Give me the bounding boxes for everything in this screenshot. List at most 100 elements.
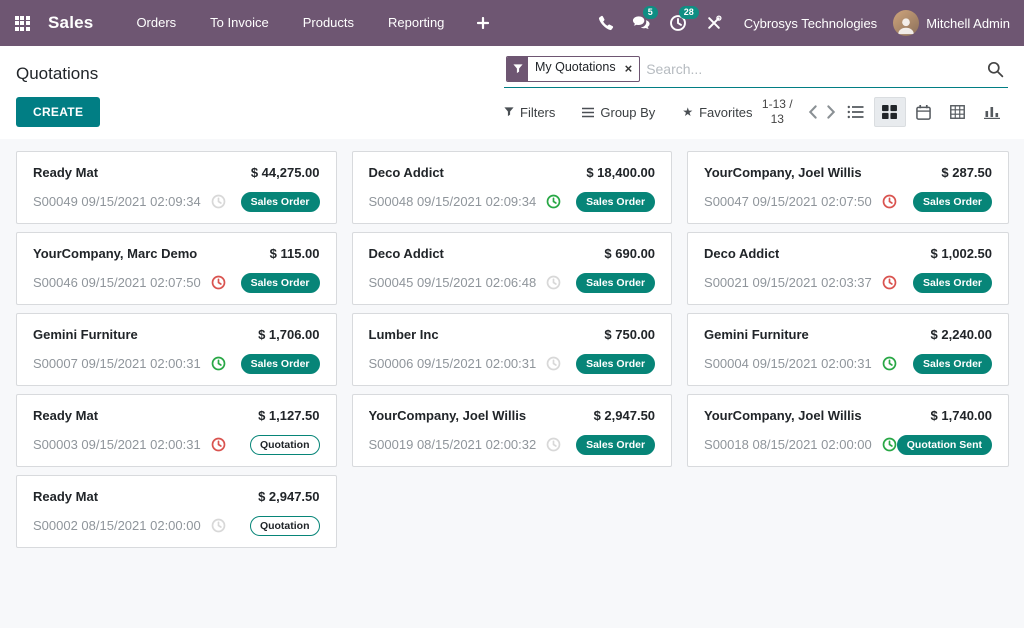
- quotation-card[interactable]: Gemini Furniture $ 1,706.00 S00007 09/15…: [16, 313, 337, 386]
- group-by-button[interactable]: Group By: [582, 105, 655, 120]
- company-switcher[interactable]: Cybrosys Technologies: [744, 16, 877, 31]
- user-menu[interactable]: Mitchell Admin: [893, 10, 1014, 36]
- activity-clock-icon[interactable]: [882, 437, 897, 452]
- order-reference: S00021 09/15/2021 02:03:37: [704, 275, 872, 290]
- status-badge: Quotation Sent: [897, 435, 992, 456]
- customer-name: YourCompany, Joel Willis: [704, 165, 862, 180]
- pivot-view-button[interactable]: [942, 97, 974, 127]
- search-facet: My Quotations ×: [506, 56, 640, 82]
- order-reference: S00047 09/15/2021 02:07:50: [704, 194, 872, 209]
- customer-name: Deco Addict: [369, 165, 444, 180]
- apps-menu-button[interactable]: [0, 0, 44, 46]
- customer-name: Ready Mat: [33, 408, 98, 423]
- pager-previous-button[interactable]: [806, 103, 819, 121]
- quotation-card[interactable]: Ready Mat $ 2,947.50 S00002 08/15/2021 0…: [16, 475, 337, 548]
- order-amount: $ 115.00: [270, 246, 320, 261]
- activity-clock-icon[interactable]: [211, 275, 226, 290]
- filters-button[interactable]: Filters: [504, 105, 555, 120]
- order-amount: $ 750.00: [604, 327, 655, 342]
- quotation-card[interactable]: YourCompany, Joel Willis $ 2,947.50 S000…: [352, 394, 673, 467]
- order-reference: S00046 09/15/2021 02:07:50: [33, 275, 201, 290]
- view-switcher: [840, 97, 1008, 127]
- chevron-left-icon: [808, 105, 817, 119]
- kanban-view-icon: [882, 105, 897, 119]
- activity-clock-icon[interactable]: [211, 437, 226, 452]
- activity-clock-icon[interactable]: [211, 194, 226, 209]
- status-badge: Sales Order: [241, 273, 320, 294]
- order-amount: $ 2,240.00: [931, 327, 992, 342]
- debug-tools-button[interactable]: [696, 0, 732, 46]
- activity-clock-icon[interactable]: [546, 275, 561, 290]
- apps-grid-icon: [15, 16, 30, 31]
- top-menu-item-reporting[interactable]: Reporting: [371, 0, 461, 46]
- quotation-card[interactable]: Deco Addict $ 1,002.50 S00021 09/15/2021…: [687, 232, 1009, 305]
- quotation-card[interactable]: Lumber Inc $ 750.00 S00006 09/15/2021 02…: [352, 313, 673, 386]
- quotation-card[interactable]: YourCompany, Joel Willis $ 287.50 S00047…: [687, 151, 1009, 224]
- pager-next-button[interactable]: [825, 103, 838, 121]
- activity-clock-icon[interactable]: [882, 275, 897, 290]
- activity-clock-icon[interactable]: [211, 518, 226, 533]
- activity-clock-icon[interactable]: [546, 194, 561, 209]
- search-input[interactable]: [640, 59, 987, 79]
- filter-funnel-icon: [504, 107, 514, 117]
- kanban-view-button[interactable]: [874, 97, 906, 127]
- add-menu-button[interactable]: [461, 0, 505, 46]
- quotation-card[interactable]: Deco Addict $ 690.00 S00045 09/15/2021 0…: [352, 232, 673, 305]
- search-bar[interactable]: My Quotations ×: [504, 54, 1008, 88]
- list-view-button[interactable]: [840, 97, 872, 127]
- quotation-card[interactable]: Ready Mat $ 1,127.50 S00003 09/15/2021 0…: [16, 394, 337, 467]
- order-amount: $ 1,740.00: [931, 408, 992, 423]
- pivot-view-icon: [950, 105, 965, 119]
- activity-clock-icon[interactable]: [882, 194, 897, 209]
- customer-name: Deco Addict: [369, 246, 444, 261]
- quotation-card[interactable]: Deco Addict $ 18,400.00 S00048 09/15/202…: [352, 151, 673, 224]
- favorites-button[interactable]: ★ Favorites: [682, 105, 752, 120]
- search-icon[interactable]: [987, 61, 1006, 78]
- order-amount: $ 1,706.00: [258, 327, 319, 342]
- order-amount: $ 2,947.50: [258, 489, 319, 504]
- order-reference: S00006 09/15/2021 02:00:31: [369, 356, 537, 371]
- messages-button[interactable]: 5: [624, 0, 660, 46]
- activity-clock-icon[interactable]: [546, 356, 561, 371]
- quotation-card[interactable]: Ready Mat $ 44,275.00 S00049 09/15/2021 …: [16, 151, 337, 224]
- facet-remove-button[interactable]: ×: [623, 57, 640, 81]
- quotation-card[interactable]: YourCompany, Marc Demo $ 115.00 S00046 0…: [16, 232, 337, 305]
- order-amount: $ 18,400.00: [586, 165, 655, 180]
- customer-name: Ready Mat: [33, 165, 98, 180]
- customer-name: Gemini Furniture: [33, 327, 138, 342]
- calendar-view-button[interactable]: [908, 97, 940, 127]
- favorites-label: Favorites: [699, 105, 752, 120]
- kanban-grid: Ready Mat $ 44,275.00 S00049 09/15/2021 …: [16, 151, 1009, 548]
- status-badge: Sales Order: [241, 192, 320, 213]
- graph-view-button[interactable]: [976, 97, 1008, 127]
- top-menu-item-products[interactable]: Products: [286, 0, 371, 46]
- customer-name: Deco Addict: [704, 246, 779, 261]
- quotation-card[interactable]: YourCompany, Joel Willis $ 1,740.00 S000…: [687, 394, 1009, 467]
- activities-button[interactable]: 28: [660, 0, 696, 46]
- quotation-card[interactable]: Gemini Furniture $ 2,240.00 S00004 09/15…: [687, 313, 1009, 386]
- order-amount: $ 1,002.50: [931, 246, 992, 261]
- order-reference: S00007 09/15/2021 02:00:31: [33, 356, 201, 371]
- app-name[interactable]: Sales: [48, 13, 93, 33]
- navbar-systray: 5 28 Cybrosys Technologies Mitchell Admi…: [588, 0, 1014, 46]
- activity-clock-icon[interactable]: [211, 356, 226, 371]
- list-view-icon: [847, 105, 864, 119]
- voip-button[interactable]: [588, 0, 624, 46]
- customer-name: YourCompany, Joel Willis: [369, 408, 527, 423]
- top-navbar: Sales Orders To Invoice Products Reporti…: [0, 0, 1024, 46]
- search-options: Filters Group By ★ Favorites: [504, 105, 753, 120]
- filters-label: Filters: [520, 105, 555, 120]
- tools-icon: [706, 15, 722, 31]
- customer-name: Gemini Furniture: [704, 327, 809, 342]
- top-menu-item-orders[interactable]: Orders: [119, 0, 193, 46]
- create-button[interactable]: CREATE: [16, 97, 100, 127]
- activity-clock-icon[interactable]: [882, 356, 897, 371]
- customer-name: Lumber Inc: [369, 327, 439, 342]
- status-badge: Sales Order: [576, 435, 655, 456]
- pager-range: 1-13 / 13: [754, 97, 800, 127]
- control-panel: Quotations My Quotations × CREATE: [0, 46, 1024, 139]
- top-menu-item-to-invoice[interactable]: To Invoice: [193, 0, 286, 46]
- messages-count-badge: 5: [643, 6, 658, 19]
- group-by-label: Group By: [600, 105, 655, 120]
- activity-clock-icon[interactable]: [546, 437, 561, 452]
